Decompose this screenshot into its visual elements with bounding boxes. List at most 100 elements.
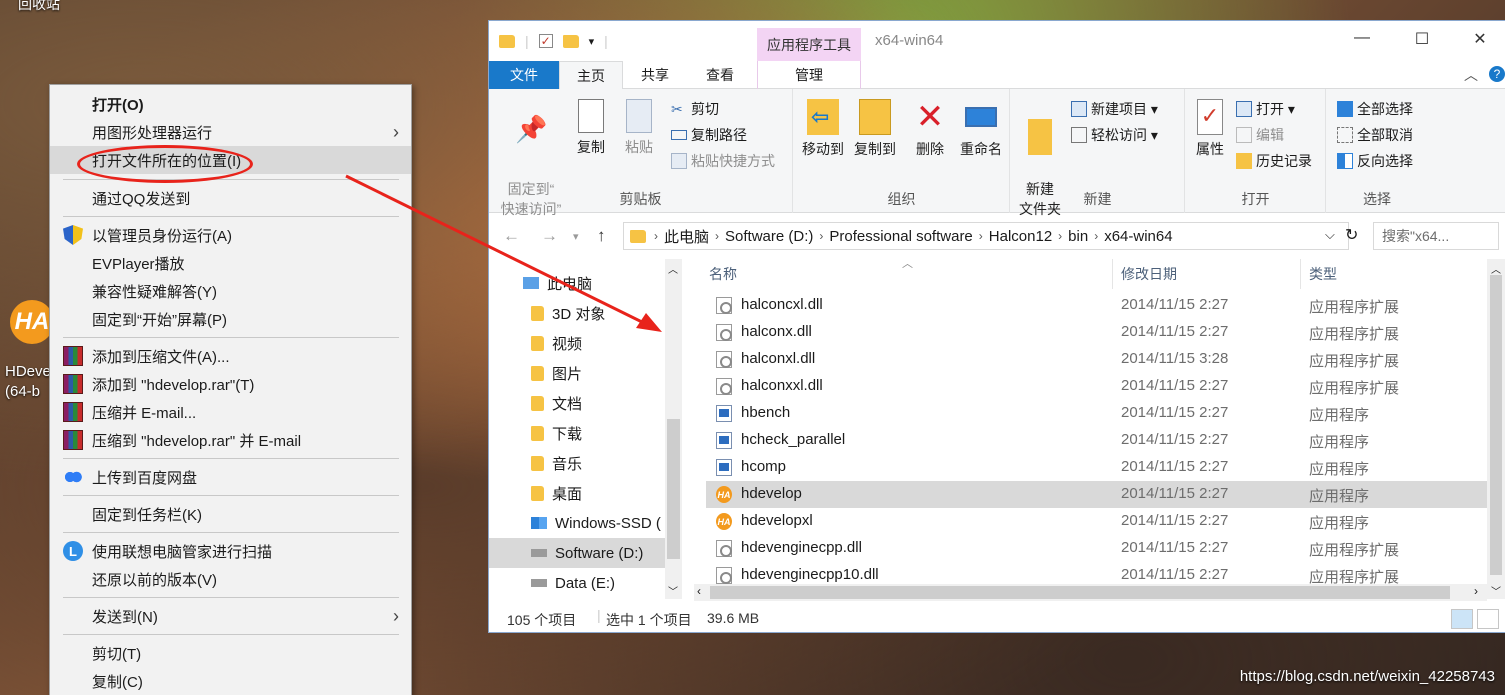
- tab-view[interactable]: 查看: [689, 61, 751, 89]
- file-scrollbar-vertical[interactable]: ︿ ﹀: [1487, 259, 1505, 599]
- minimize-button[interactable]: —: [1339, 29, 1385, 53]
- menu-run-as-admin[interactable]: 以管理员身份运行(A): [50, 221, 411, 249]
- menu-evplayer[interactable]: EVPlayer播放: [50, 249, 411, 277]
- up-arrow-icon[interactable]: ↑: [597, 226, 606, 246]
- breadcrumb-bin[interactable]: bin: [1068, 228, 1088, 245]
- nav-documents[interactable]: 文档: [489, 388, 665, 418]
- column-date[interactable]: 修改日期: [1121, 259, 1177, 289]
- collapse-ribbon-icon[interactable]: ︿: [1464, 65, 1478, 85]
- menu-restore-versions[interactable]: 还原以前的版本(V): [50, 565, 411, 593]
- scroll-up-icon[interactable]: ︿: [1491, 261, 1501, 276]
- new-item-button[interactable]: 新建项目 ▾: [1071, 99, 1158, 119]
- file-row[interactable]: halconx.dll 2014/11/15 2:27 应用程序扩展: [706, 319, 1487, 346]
- menu-lenovo-scan[interactable]: L 使用联想电脑管家进行扫描: [50, 537, 411, 565]
- nav-windows-ssd[interactable]: Windows-SSD (: [489, 508, 665, 538]
- new-folder-qat-icon[interactable]: [562, 34, 579, 48]
- menu-compat-troubleshoot[interactable]: 兼容性疑难解答(Y): [50, 277, 411, 305]
- menu-send-to[interactable]: 发送到(N) ›: [50, 602, 411, 630]
- breadcrumb-current[interactable]: x64-win64: [1104, 228, 1172, 245]
- nav-desktop[interactable]: 桌面: [489, 478, 665, 508]
- menu-upload-baidu[interactable]: 上传到百度网盘: [50, 463, 411, 491]
- column-name[interactable]: 名称: [709, 259, 737, 289]
- close-button[interactable]: ✕: [1457, 29, 1503, 53]
- refresh-icon[interactable]: ↻: [1345, 225, 1358, 245]
- nav-scrollbar[interactable]: ︿ ﹀: [665, 259, 682, 599]
- menu-open[interactable]: 打开(O): [50, 90, 411, 118]
- file-row[interactable]: hcheck_parallel 2014/11/15 2:27 应用程序: [706, 427, 1487, 454]
- nav-downloads[interactable]: 下载: [489, 418, 665, 448]
- large-icons-view-button[interactable]: [1477, 609, 1499, 629]
- back-arrow-icon[interactable]: ←: [503, 226, 520, 246]
- nav-3d-objects[interactable]: 3D 对象: [489, 298, 665, 328]
- maximize-button[interactable]: ☐: [1399, 29, 1445, 53]
- file-row[interactable]: hdevenginecpp.dll 2014/11/15 2:27 应用程序扩展: [706, 535, 1487, 562]
- details-view-button[interactable]: [1451, 609, 1473, 629]
- menu-pin-taskbar[interactable]: 固定到任务栏(K): [50, 500, 411, 528]
- address-bar[interactable]: › 此电脑 › Software (D:) › Professional softwa…: [623, 222, 1349, 250]
- tab-share[interactable]: 共享: [625, 61, 685, 89]
- menu-run-with-gpu[interactable]: 用图形处理器运行 ›: [50, 118, 411, 146]
- copy-to-button[interactable]: 复制到: [850, 99, 900, 159]
- menu-add-to-archive[interactable]: 添加到压缩文件(A)...: [50, 342, 411, 370]
- file-row[interactable]: hcomp 2014/11/15 2:27 应用程序: [706, 454, 1487, 481]
- scroll-down-icon[interactable]: ﹀: [668, 583, 678, 598]
- forward-arrow-icon[interactable]: →: [541, 226, 558, 246]
- scroll-left-icon[interactable]: ‹: [697, 584, 701, 598]
- rename-button[interactable]: 重命名: [956, 99, 1006, 159]
- history-button[interactable]: 历史记录: [1236, 151, 1312, 171]
- nav-software-d[interactable]: Software (D:): [489, 538, 665, 568]
- file-scroll-thumb[interactable]: [1490, 275, 1502, 575]
- file-row[interactable]: halconxxl.dll 2014/11/15 2:27 应用程序扩展: [706, 373, 1487, 400]
- scroll-down-icon[interactable]: ﹀: [1491, 583, 1501, 598]
- properties-button[interactable]: ✓ 属性: [1190, 99, 1230, 159]
- menu-pin-start[interactable]: 固定到“开始”屏幕(P): [50, 305, 411, 333]
- nav-videos[interactable]: 视频: [489, 328, 665, 358]
- file-row[interactable]: hbench 2014/11/15 2:27 应用程序: [706, 400, 1487, 427]
- copy-button[interactable]: 复制: [569, 99, 613, 157]
- recycle-bin-label[interactable]: 回收站: [18, 0, 60, 14]
- qat-dropdown-icon[interactable]: ▾: [589, 35, 595, 48]
- recent-dropdown-icon[interactable]: ▾: [573, 230, 579, 243]
- tab-manage[interactable]: 管理: [757, 61, 861, 89]
- search-input[interactable]: 搜索"x64...: [1373, 222, 1499, 250]
- hdevelop-desktop-icon[interactable]: HA: [10, 300, 54, 344]
- open-button[interactable]: 打开 ▾: [1236, 99, 1295, 119]
- menu-send-via-qq[interactable]: 通过QQ发送到: [50, 184, 411, 212]
- file-scrollbar-horizontal[interactable]: ‹ ›: [694, 584, 1487, 601]
- file-row[interactable]: halconcxl.dll 2014/11/15 2:27 应用程序扩展: [706, 292, 1487, 319]
- breadcrumb-drive[interactable]: Software (D:): [725, 228, 813, 245]
- help-icon[interactable]: ?: [1489, 66, 1505, 82]
- menu-add-to-rar[interactable]: 添加到 "hdevelop.rar"(T): [50, 370, 411, 398]
- nav-scroll-thumb[interactable]: [667, 419, 680, 559]
- breadcrumb-halcon12[interactable]: Halcon12: [989, 228, 1052, 245]
- cut-button[interactable]: ✂ 剪切: [671, 99, 719, 119]
- desktop-shortcut-label[interactable]: HDeve (64-b: [5, 362, 51, 402]
- tab-home[interactable]: 主页: [559, 61, 623, 90]
- paste-button[interactable]: 粘贴: [617, 99, 661, 157]
- column-type[interactable]: 类型: [1309, 259, 1337, 289]
- address-dropdown-icon[interactable]: ⌵: [1325, 227, 1335, 243]
- file-row[interactable]: halconxl.dll 2014/11/15 3:28 应用程序扩展: [706, 346, 1487, 373]
- invert-selection-button[interactable]: 反向选择: [1337, 151, 1413, 171]
- select-none-button[interactable]: 全部取消: [1337, 125, 1413, 145]
- delete-button[interactable]: ✕ 删除: [908, 99, 952, 159]
- move-to-button[interactable]: ⇦ 移动到: [798, 99, 848, 159]
- menu-copy[interactable]: 复制(C): [50, 667, 411, 695]
- menu-compress-rar-email[interactable]: 压缩到 "hdevelop.rar" 并 E-mail: [50, 426, 411, 454]
- paste-shortcut-button[interactable]: 粘贴快捷方式: [671, 151, 775, 171]
- nav-music[interactable]: 音乐: [489, 448, 665, 478]
- breadcrumb-this-pc[interactable]: 此电脑: [664, 226, 709, 247]
- scroll-up-icon[interactable]: ︿: [668, 261, 678, 276]
- breadcrumb-professional[interactable]: Professional software: [829, 228, 972, 245]
- select-all-button[interactable]: 全部选择: [1337, 99, 1413, 119]
- nav-pictures[interactable]: 图片: [489, 358, 665, 388]
- nav-this-pc[interactable]: 此电脑: [489, 268, 665, 298]
- h-scroll-thumb[interactable]: [710, 586, 1450, 599]
- tab-file[interactable]: 文件: [489, 61, 559, 89]
- nav-data-e[interactable]: Data (E:): [489, 568, 665, 598]
- menu-compress-email[interactable]: 压缩并 E-mail...: [50, 398, 411, 426]
- file-row[interactable]: HA hdevelop 2014/11/15 2:27 应用程序: [706, 481, 1487, 508]
- easy-access-button[interactable]: 轻松访问 ▾: [1071, 125, 1158, 145]
- edit-button[interactable]: 编辑: [1236, 125, 1284, 145]
- scroll-right-icon[interactable]: ›: [1474, 584, 1478, 598]
